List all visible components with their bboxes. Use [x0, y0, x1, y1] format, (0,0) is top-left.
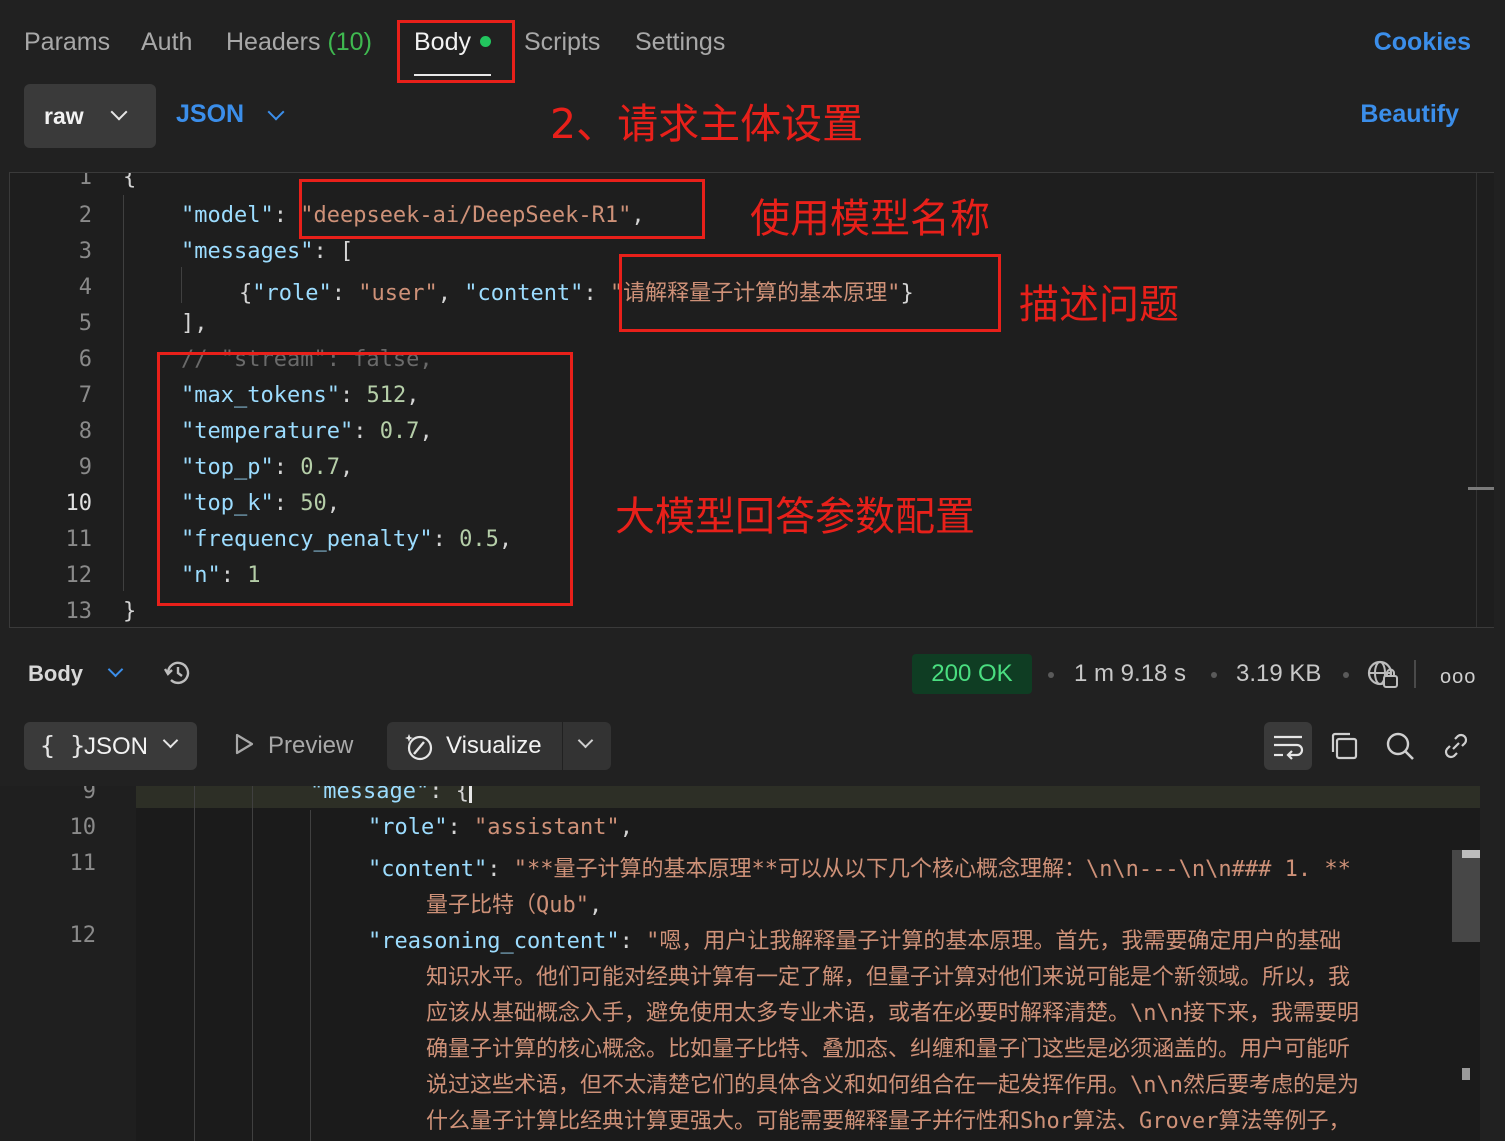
wrap-lines-icon [1274, 735, 1304, 760]
code-line-reasoning: "reasoning_content": "嗯，用户让我解释量子计算的基本原理。… [368, 929, 1342, 954]
line-number: 1 [78, 172, 92, 190]
annotation-body-setting: 2、请求主体设置 [550, 100, 864, 148]
code-line-reasoning-wrap: 什么量子计算比经典计算更强大。可能需要解释量子并行性和Shor算法、Grover… [426, 1109, 1351, 1134]
braces-icon: { } [40, 731, 86, 760]
line-number: 2 [78, 203, 92, 228]
copy-icon [1331, 732, 1358, 760]
beautify-button[interactable]: Beautify [1360, 100, 1459, 129]
search-icon [1386, 732, 1414, 760]
code-line-messages: "messages": [ [181, 239, 354, 264]
line-number: 9 [78, 455, 92, 480]
line-number: 13 [65, 599, 93, 624]
annotation-box-model [299, 179, 705, 239]
code-line-reasoning-wrap: 确量子计算的核心概念。比如量子比特、叠加态、纠缠和量子门这些是必须涵盖的。用户可… [426, 1037, 1351, 1062]
code-line: { [123, 172, 137, 190]
tab-params[interactable]: Params [24, 28, 110, 57]
separator-dot [1211, 672, 1217, 678]
annotation-model-name: 使用模型名称 [750, 196, 990, 242]
code-line-reasoning-wrap: 说过这些术语，但不太清楚它们的具体含义和如何组合在一起发挥作用。\n\n然后要考… [426, 1073, 1359, 1098]
code-line-content-wrap: 量子比特（Qub", [426, 893, 603, 918]
annotation-box-body-tab [397, 20, 515, 83]
chevron-down-icon[interactable] [267, 103, 285, 121]
line-number: 9 [82, 786, 96, 804]
indent-guide [181, 267, 182, 303]
scrollbar-marker [1462, 850, 1480, 858]
indent-guide [123, 195, 124, 591]
line-number: 6 [78, 347, 92, 372]
tab-scripts[interactable]: Scripts [524, 28, 600, 57]
visualize-button[interactable]: Visualize [387, 722, 611, 770]
code-line-reasoning-wrap: 知识水平。他们可能对经典计算有一定了解，但量子计算对他们来说可能是个新领域。所以… [426, 965, 1351, 990]
indent-guide [252, 786, 253, 1141]
code-line-reasoning-wrap: 应该从基础概念入手，避免使用太多专业术语，或者在必要时解释清楚。\n\n接下来，… [426, 1001, 1359, 1026]
response-format-select[interactable]: { } JSON [24, 722, 197, 770]
copy-link-button[interactable] [1432, 722, 1480, 770]
code-line: } [123, 599, 137, 624]
annotation-box-params [157, 352, 573, 606]
body-mode-select[interactable]: raw [24, 84, 156, 148]
indent-guide [310, 810, 311, 1141]
chevron-down-icon[interactable] [107, 661, 124, 678]
code-line-role: "role": "assistant", [368, 815, 633, 840]
network-lock-icon[interactable] [1366, 658, 1400, 690]
chevron-down-icon[interactable] [577, 732, 594, 749]
line-number: 11 [69, 851, 97, 876]
line-number: 4 [78, 275, 92, 300]
tab-headers-label: Headers [226, 28, 321, 56]
line-number: 8 [78, 419, 92, 444]
divider [1414, 660, 1416, 688]
tab-settings[interactable]: Settings [635, 28, 725, 57]
editor-scroll-marker [1468, 487, 1494, 490]
chevron-down-icon [162, 732, 179, 749]
line-number: 10 [69, 815, 97, 840]
more-options-icon[interactable]: ooo [1440, 666, 1476, 689]
visualize-label: Visualize [446, 732, 542, 759]
preview-label: Preview [268, 732, 354, 759]
magic-wand-icon [405, 734, 433, 761]
line-number: 3 [78, 239, 92, 264]
history-icon[interactable] [162, 657, 194, 689]
line-number: 12 [69, 923, 97, 948]
indent-guide [194, 786, 195, 1141]
wrap-lines-button[interactable] [1264, 722, 1312, 770]
link-icon [1444, 733, 1468, 759]
preview-button[interactable]: Preview [232, 732, 353, 760]
response-time: 1 m 9.18 s [1074, 660, 1187, 687]
code-line-message: "message": { [310, 786, 472, 804]
response-scrollbar-thumb[interactable] [1452, 850, 1480, 942]
body-mode-label: raw [44, 103, 84, 129]
editor-scrollbar-track[interactable] [1476, 173, 1477, 627]
headers-count-badge: (10) [327, 28, 372, 56]
split-divider [562, 722, 563, 770]
annotation-question: 描述问题 [1019, 282, 1179, 328]
play-icon [235, 733, 254, 755]
annotation-box-question [619, 254, 1001, 332]
response-body-viewer[interactable]: 9 10 11 12 "message": { "role": "assista… [0, 786, 1505, 1141]
request-tabs: Params Auth Headers (10) Body Scripts Se… [0, 0, 1505, 86]
response-section-select[interactable]: Body [28, 661, 83, 687]
separator-dot [1048, 672, 1054, 678]
cookies-link[interactable]: Cookies [1374, 28, 1471, 57]
line-number: 11 [65, 527, 93, 552]
line-number: 5 [78, 311, 92, 336]
line-number-current: 10 [65, 491, 93, 516]
separator-dot [1343, 672, 1349, 678]
line-number: 12 [65, 563, 93, 588]
text-cursor [468, 786, 472, 803]
response-size: 3.19 KB [1236, 660, 1322, 687]
chevron-down-icon [110, 103, 128, 121]
tab-headers[interactable]: Headers (10) [226, 28, 372, 57]
search-button[interactable] [1376, 722, 1424, 770]
code-line-content: "content": "**量子计算的基本原理**可以从以下几个核心概念理解：\… [368, 857, 1351, 882]
tab-auth[interactable]: Auth [141, 28, 192, 57]
status-badge: 200 OK [912, 654, 1032, 694]
response-format-label: JSON [84, 733, 149, 760]
scrollbar-marker [1462, 1068, 1470, 1080]
line-number: 7 [78, 383, 92, 408]
code-line: ], [181, 311, 208, 336]
copy-button[interactable] [1320, 722, 1368, 770]
annotation-params: 大模型回答参数配置 [615, 494, 975, 540]
body-format-select[interactable]: JSON [176, 100, 244, 129]
